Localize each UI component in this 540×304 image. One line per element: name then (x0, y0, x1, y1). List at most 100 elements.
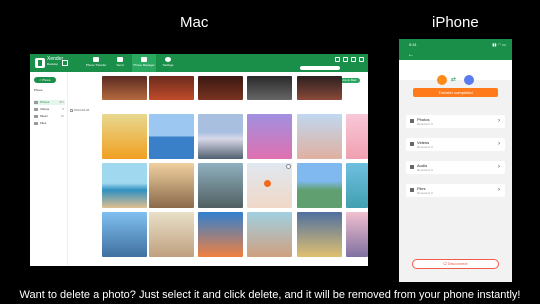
photo-thumbnail[interactable] (247, 76, 292, 100)
caption-text: Want to delete a photo? Just select it a… (19, 289, 521, 301)
back-arrow-icon[interactable]: ← (408, 52, 414, 58)
sidebar-item-music[interactable]: Music 10 (34, 114, 65, 119)
received-photos-item[interactable]: Photos Received: 0 › (406, 115, 505, 128)
brand-sub: Desktop (47, 62, 59, 66)
photo-thumbnail[interactable] (198, 114, 243, 159)
maximize-icon[interactable] (351, 57, 356, 62)
disconnect-label: Disconnect (447, 261, 468, 266)
brand-text: Xender Desktop (47, 57, 63, 67)
iphone-screen: 9:41 ▮▮ ◠ ▭ ← ⇄ Transfer completed Photo… (399, 39, 512, 282)
sidebar-item-count: 467 (58, 100, 64, 104)
sidebar-item-photos[interactable]: Photos 467 (34, 100, 65, 105)
search-input[interactable] (300, 66, 340, 70)
video-icon (410, 142, 414, 146)
photo-thumbnail[interactable] (247, 114, 292, 159)
sidebar: < Phone Phone Photos 467 Videos 8 Music 10 … (30, 72, 68, 266)
chevron-right-icon: › (498, 187, 500, 193)
photo-thumbnail[interactable] (102, 212, 147, 257)
settings-icon[interactable] (335, 57, 340, 62)
tab-label: Send (116, 63, 124, 67)
status-icons: ▮▮ ◠ ▭ (492, 42, 506, 47)
sender-avatar (437, 75, 447, 85)
tab-label: Settings (162, 63, 174, 67)
grid-icon[interactable] (62, 60, 68, 66)
photo-thumbnail[interactable] (198, 163, 243, 208)
status-time: 9:41 (409, 42, 417, 47)
photo-thumbnail[interactable] (346, 163, 368, 208)
send-icon (117, 57, 123, 62)
received-videos-item[interactable]: Videos Received: 0 › (406, 138, 505, 151)
photo-thumbnail[interactable] (198, 212, 243, 257)
sidebar-item-files[interactable]: Files (34, 121, 65, 126)
video-icon (34, 108, 38, 111)
file-icon (410, 188, 414, 192)
minimize-icon[interactable] (343, 57, 348, 62)
sidebar-item-label: Photos (40, 100, 50, 104)
receiver-avatar (464, 75, 474, 85)
photo-thumbnail-selected[interactable] (247, 163, 292, 208)
photo-thumbnail[interactable] (102, 163, 147, 208)
chevron-right-icon: › (498, 141, 500, 147)
back-phone-button[interactable]: < Phone (34, 77, 56, 83)
transfer-status-button[interactable]: Transfer completed (413, 88, 498, 97)
photo-thumbnail[interactable] (297, 163, 342, 208)
tab-label: Phone Transfer (85, 63, 107, 67)
select-checkbox[interactable] (286, 164, 291, 169)
photo-thumbnail[interactable] (346, 114, 368, 159)
top-tabs: Phone Transfer Send Phone Manager Settin… (84, 54, 180, 72)
item-sub: Received: 0 (417, 145, 433, 149)
tab-settings[interactable]: Settings (156, 54, 180, 72)
photo-thumbnail[interactable] (102, 114, 147, 159)
select-all-checkbox[interactable] (70, 108, 73, 112)
item-sub: Received: 0 (417, 191, 433, 195)
mac-titlebar: Xender Desktop Phone Transfer Send Phone… (30, 54, 368, 72)
sidebar-item-label: Files (40, 121, 47, 125)
phone-header: 9:41 ▮▮ ◠ ▭ ← (399, 39, 512, 60)
tab-label: Phone Manager (133, 63, 155, 67)
item-sub: Received: 0 (417, 168, 433, 172)
photo-thumbnail[interactable] (198, 76, 243, 100)
date-header[interactable]: 2024-06-06 (70, 108, 89, 112)
photo-thumbnail[interactable] (149, 163, 194, 208)
photo-thumbnail[interactable] (297, 212, 342, 257)
close-icon[interactable] (359, 57, 364, 62)
photo-thumbnail[interactable] (297, 114, 342, 159)
transfer-arrows-icon: ⇄ (451, 77, 457, 83)
photo-thumbnail[interactable] (297, 76, 342, 100)
date-label: 2024-06-06 (74, 108, 90, 112)
music-icon (34, 115, 38, 118)
received-audio-item[interactable]: Audio Received: 0 › (406, 161, 505, 174)
mac-title: Mac (180, 14, 209, 31)
tab-phone-manager[interactable]: Phone Manager (132, 54, 156, 72)
item-sub: Received: 0 (417, 122, 433, 126)
chevron-right-icon: › (498, 118, 500, 124)
sidebar-item-label: Videos (40, 107, 50, 111)
folder-icon (34, 122, 38, 125)
window-controls (335, 57, 364, 62)
photo-thumbnail[interactable] (247, 212, 292, 257)
disconnect-button[interactable]: ⏻ Disconnect (412, 259, 499, 269)
chat-icon (141, 57, 147, 62)
sidebar-item-count: 8 (62, 107, 64, 111)
sidebar-item-count: 10 (60, 114, 64, 118)
chevron-right-icon: › (498, 164, 500, 170)
phone-icon (93, 57, 99, 62)
photo-icon (410, 119, 414, 123)
mac-app-window: Xender Desktop Phone Transfer Send Phone… (30, 54, 368, 266)
delete-icon[interactable] (264, 180, 271, 187)
photo-thumbnail[interactable] (346, 212, 368, 257)
received-files-item[interactable]: Files Received: 0 › (406, 184, 505, 197)
tab-send[interactable]: Send (108, 54, 132, 72)
gear-icon (165, 57, 171, 62)
photo-thumbnail[interactable] (149, 76, 194, 100)
tab-phone-transfer[interactable]: Phone Transfer (84, 54, 108, 72)
photo-thumbnail[interactable] (149, 114, 194, 159)
photo-thumbnail[interactable] (149, 212, 194, 257)
photo-grid: 2024-06-06 (68, 72, 368, 266)
photo-thumbnail[interactable] (102, 76, 147, 100)
photo-icon (34, 101, 38, 104)
sidebar-heading: Phone (34, 88, 43, 92)
sidebar-item-label: Music (40, 114, 48, 118)
sidebar-item-videos[interactable]: Videos 8 (34, 107, 65, 112)
iphone-title: iPhone (432, 14, 479, 31)
